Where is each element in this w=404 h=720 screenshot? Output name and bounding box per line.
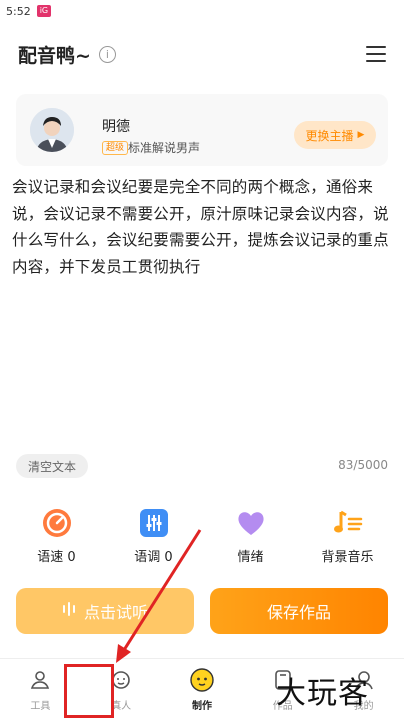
watermark-logo: 大玩客 — [276, 676, 369, 711]
bgm-setting[interactable]: 背景音乐 — [308, 494, 388, 576]
action-bar: 点击试听 保存作品 — [0, 576, 404, 658]
voice-description: 标准解说男声 — [128, 141, 201, 155]
status-time: 5:52 — [6, 4, 31, 18]
highlight-box — [64, 664, 114, 718]
nav-tool-label: 工具 — [30, 701, 51, 712]
emotion-setting[interactable]: 情绪 — [211, 494, 291, 576]
voice-settings-bar: 语速 0 语调 0 情绪 背景音乐 — [0, 494, 404, 576]
menu-icon[interactable] — [366, 46, 386, 62]
listen-label: 点击试听 — [83, 603, 148, 622]
clear-text-button[interactable]: 清空文本 — [16, 454, 88, 478]
tool-icon — [27, 667, 53, 693]
nav-make-label: 制作 — [191, 701, 212, 712]
info-icon[interactable]: i — [98, 45, 116, 63]
speed-gauge-icon — [42, 508, 72, 538]
listen-button[interactable]: 点击试听 — [16, 588, 194, 634]
voice-name: 明德 — [102, 119, 130, 135]
editor-panel: 明德 超级 标准解说男声 更换主播 ▶ 会议记录和会议纪要是完全不同的两个概念，… — [0, 86, 404, 494]
save-button[interactable]: 保存作品 — [210, 588, 388, 634]
status-app-badge: iG — [36, 5, 52, 17]
char-counter: 83/5000 — [338, 458, 388, 472]
tone-sliders-icon — [139, 508, 169, 538]
speed-label: 语速 0 — [37, 550, 76, 565]
play-triangle-icon: ▶ — [357, 130, 365, 140]
switch-voice-button[interactable]: 更换主播 ▶ — [294, 121, 376, 149]
bgm-label: 背景音乐 — [321, 550, 374, 565]
emotion-label: 情绪 — [237, 550, 264, 565]
heart-icon — [236, 508, 266, 538]
tone-setting[interactable]: 语调 0 — [114, 494, 194, 576]
voice-level-badge: 超级 — [102, 141, 129, 155]
app-header: 配音鸭~ i — [0, 22, 404, 86]
switch-voice-label: 更换主播 — [305, 128, 354, 143]
duck-icon — [189, 667, 215, 693]
tone-label: 语调 0 — [134, 550, 173, 565]
avatar — [30, 108, 74, 152]
nav-human-label: 真人 — [111, 701, 132, 712]
voice-card[interactable]: 明德 超级 标准解说男声 更换主播 ▶ — [16, 94, 388, 166]
speed-setting[interactable]: 语速 0 — [17, 494, 97, 576]
status-bar: 5:52 iG — [0, 0, 404, 22]
page-title: 配音鸭~ — [18, 44, 91, 67]
script-text-area[interactable]: 会议记录和会议纪要是完全不同的两个概念，通俗来说，会议记录不需要公开，原汁原味记… — [12, 174, 394, 280]
music-note-icon — [333, 508, 363, 538]
nav-make[interactable]: 制作 — [162, 659, 243, 720]
waveform-icon — [62, 601, 76, 621]
